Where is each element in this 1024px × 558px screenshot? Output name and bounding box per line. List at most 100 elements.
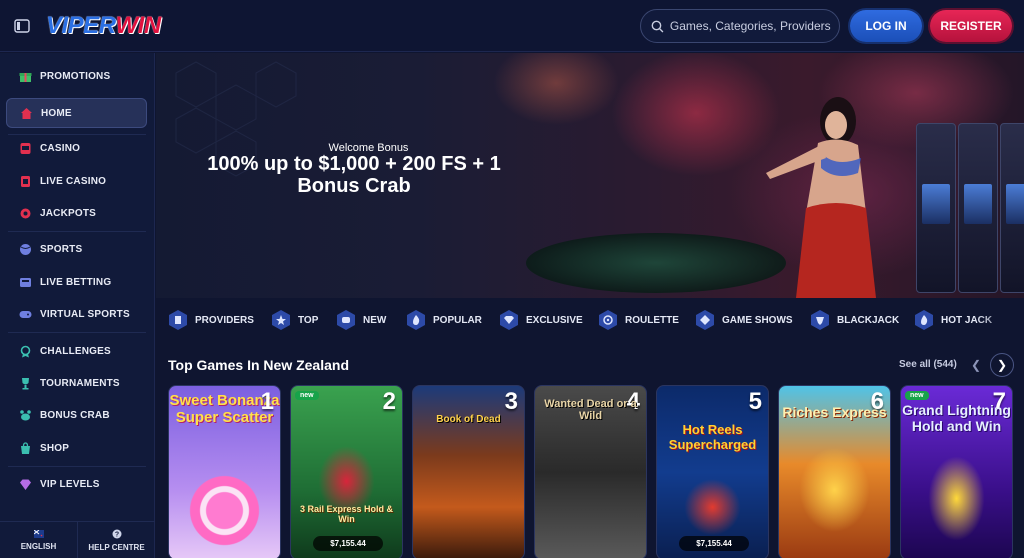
help-centre-link[interactable]: ? HELP CENTRE <box>77 522 155 558</box>
game-shows-icon <box>695 309 715 331</box>
category-roulette[interactable]: ROULETTE <box>598 308 679 332</box>
search-box[interactable] <box>640 9 840 43</box>
sidebar-item-label: TOURNAMENTS <box>40 377 120 389</box>
category-row: PROVIDERS TOP NEW POPULAR EXCLUSIVE ROUL… <box>156 300 1024 340</box>
game-title: Riches Express <box>782 404 887 420</box>
hostess-illustration <box>766 97 876 298</box>
sidebar-item-label: HOME <box>41 107 72 119</box>
sidebar-footer: ENGLISH ? HELP CENTRE <box>0 521 155 558</box>
sidebar-item-vip-levels[interactable]: VIP LEVELS <box>6 469 147 499</box>
sidebar-item-label: LIVE BETTING <box>40 276 112 288</box>
game-card[interactable]: 6 Riches Express <box>778 385 891 558</box>
chevron-left-icon: ❮ <box>970 358 982 372</box>
crab-icon <box>18 408 32 422</box>
divider <box>8 332 146 333</box>
scroll-left-button[interactable]: ❮ <box>966 354 986 376</box>
category-new[interactable]: NEW <box>336 308 386 332</box>
game-title: Grand Lightning Hold and Win <box>902 402 1011 434</box>
divider <box>8 231 146 232</box>
sidebar-item-challenges[interactable]: CHALLENGES <box>6 336 147 366</box>
game-card[interactable]: 4 Wanted Dead or a Wild <box>534 385 647 558</box>
jackpot-amount: $7,155.44 <box>313 536 383 551</box>
sidebar-item-jackpots[interactable]: JACKPOTS <box>6 198 147 228</box>
category-providers[interactable]: PROVIDERS <box>168 308 254 332</box>
scroll-right-button[interactable]: ❯ <box>990 353 1014 377</box>
language-selector[interactable]: ENGLISH <box>0 522 77 558</box>
language-label: ENGLISH <box>20 541 57 551</box>
new-badge: new <box>905 391 929 400</box>
game-card[interactable]: 3 Book of Dead <box>412 385 525 558</box>
sidebar-item-label: VIRTUAL SPORTS <box>40 308 130 320</box>
category-label: ROULETTE <box>625 314 679 326</box>
game-title: Book of Dead <box>436 414 501 425</box>
category-exclusive[interactable]: EXCLUSIVE <box>499 308 583 332</box>
sidebar-item-shop[interactable]: SHOP <box>6 433 147 463</box>
sidebar: PROMOTIONS HOME CASINO LIVE CASINO JACKP… <box>0 53 155 558</box>
divider <box>8 466 146 467</box>
live-betting-icon <box>18 275 32 289</box>
shop-icon <box>18 441 32 455</box>
logo-part2: WIN <box>115 12 162 39</box>
logo-part1: VIPER <box>46 12 116 39</box>
register-button[interactable]: REGISTER <box>930 10 1012 42</box>
login-button[interactable]: LOG IN <box>850 10 922 42</box>
category-game-shows[interactable]: GAME SHOWS <box>695 308 793 332</box>
sidebar-item-live-casino[interactable]: LIVE CASINO <box>6 166 147 196</box>
new-badge: new <box>295 391 319 400</box>
sidebar-toggle-button[interactable] <box>10 14 34 38</box>
medal-icon <box>18 344 32 358</box>
category-label: BLACKJACK <box>837 314 900 326</box>
sidebar-item-label: JACKPOTS <box>40 207 97 219</box>
sidebar-toggle-icon <box>14 19 30 33</box>
help-icon: ? <box>112 529 121 538</box>
slot-machine <box>916 123 956 293</box>
fire-icon <box>406 309 426 331</box>
home-icon <box>19 106 33 120</box>
new-icon <box>336 309 356 331</box>
sidebar-item-label: LIVE CASINO <box>40 175 107 187</box>
sidebar-item-virtual-sports[interactable]: VIRTUAL SPORTS <box>6 299 147 329</box>
sidebar-item-bonus-crab[interactable]: BONUS CRAB <box>6 400 147 430</box>
slot-machine <box>1000 123 1024 293</box>
roulette-icon <box>598 309 618 331</box>
scroll-fade <box>976 300 1024 340</box>
game-card[interactable]: new 2 3 Rail Express Hold & Win $7,155.4… <box>290 385 403 558</box>
cards-icon <box>18 174 32 188</box>
sidebar-item-label: CHALLENGES <box>40 345 111 357</box>
category-label: GAME SHOWS <box>722 314 793 326</box>
help-label: HELP CENTRE <box>88 542 145 552</box>
sidebar-item-live-betting[interactable]: LIVE BETTING <box>6 267 147 297</box>
promo-banner[interactable]: Welcome Bonus 100% up to $1,000 + 200 FS… <box>156 53 1024 298</box>
sidebar-item-label: VIP LEVELS <box>40 478 100 490</box>
sidebar-item-label: PROMOTIONS <box>40 70 111 82</box>
banner-title: 100% up to $1,000 + 200 FS + 1 Bonus Cra… <box>207 153 501 197</box>
sidebar-item-home[interactable]: HOME <box>6 98 147 128</box>
game-rank: 3 <box>504 388 518 415</box>
logo[interactable]: VIPER WIN <box>46 12 161 40</box>
game-title: 3 Rail Express Hold & Win <box>299 504 394 524</box>
category-blackjack[interactable]: BLACKJACK <box>810 308 899 332</box>
gamepad-icon <box>18 307 32 321</box>
chevron-right-icon: ❯ <box>996 358 1008 372</box>
sidebar-item-sports[interactable]: SPORTS <box>6 234 147 264</box>
sidebar-item-tournaments[interactable]: TOURNAMENTS <box>6 368 147 398</box>
game-card[interactable]: 5 Hot Reels Supercharged $7,155.44 <box>656 385 769 558</box>
search-input[interactable] <box>669 19 839 33</box>
sidebar-item-label: BONUS CRAB <box>40 409 110 421</box>
flag-icon <box>33 529 44 538</box>
gift-icon <box>18 69 32 83</box>
game-title: Wanted Dead or a Wild <box>544 398 637 422</box>
sidebar-item-casino[interactable]: CASINO <box>6 133 147 163</box>
ball-icon <box>18 242 32 256</box>
sidebar-item-promotions[interactable]: PROMOTIONS <box>6 61 147 91</box>
game-card[interactable]: new 7 Grand Lightning Hold and Win <box>900 385 1013 558</box>
see-all-link[interactable]: See all (544) <box>899 359 957 370</box>
diamond-icon <box>18 477 32 491</box>
category-popular[interactable]: POPULAR <box>406 308 482 332</box>
game-card[interactable]: Sweet Bonanza Super Scatter 1 <box>168 385 281 558</box>
sidebar-item-label: CASINO <box>40 142 81 154</box>
category-label: TOP <box>298 314 319 326</box>
category-top[interactable]: TOP <box>271 308 318 332</box>
top-bar: VIPERWIN LOG IN REGISTER <box>0 0 1024 52</box>
hot-icon <box>914 309 934 331</box>
